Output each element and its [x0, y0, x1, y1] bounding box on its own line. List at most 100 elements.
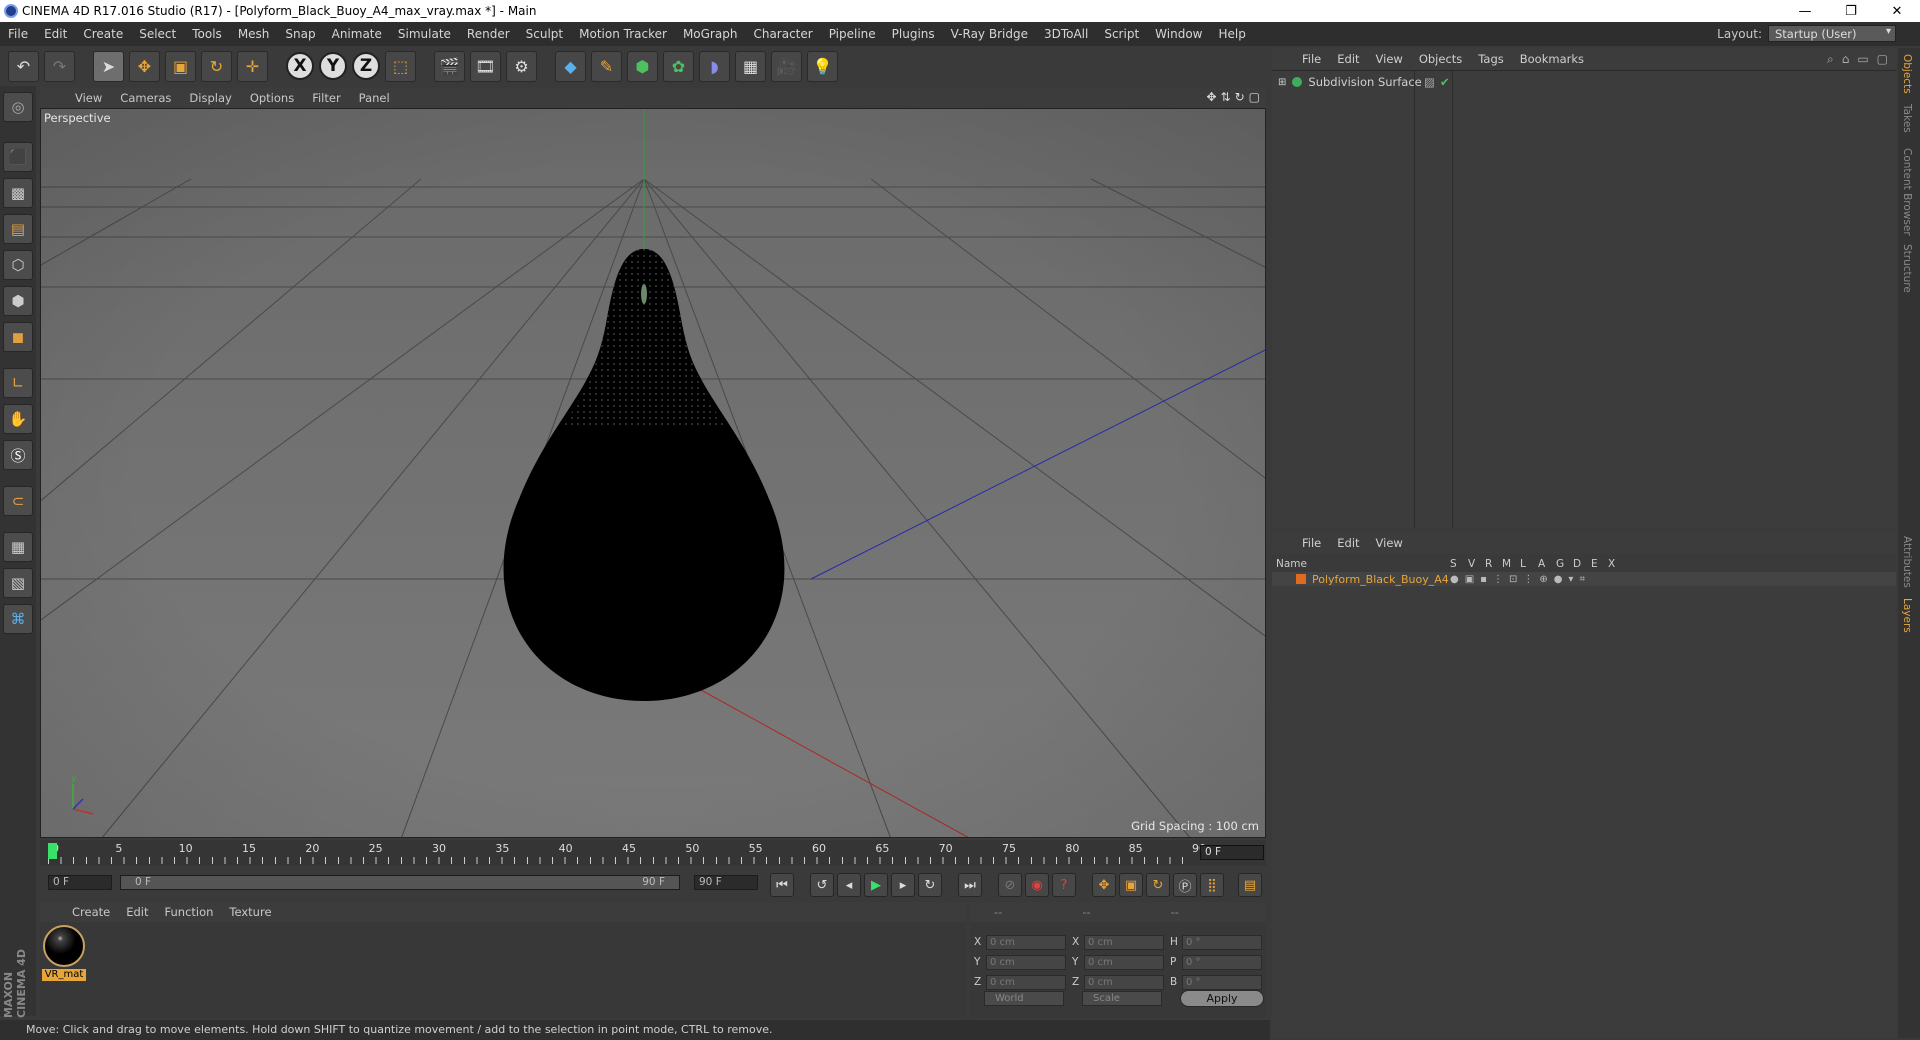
material-menu-function[interactable]: Function [157, 905, 222, 919]
key-pla-icon[interactable]: ⣿ [1200, 873, 1224, 897]
layers-menu-file[interactable]: File [1294, 536, 1329, 550]
objects-menu-objects[interactable]: Objects [1411, 52, 1470, 66]
orbit-view-icon[interactable]: ↻ [1235, 90, 1245, 104]
viewport-menu-options[interactable]: Options [241, 91, 303, 105]
viewport-menu-display[interactable]: Display [180, 91, 240, 105]
key-parameter-icon[interactable]: Ⓟ [1173, 873, 1197, 897]
timeline-ruler[interactable]: 051015202530354045505560657075808590 0 F [40, 840, 1266, 866]
menu-snap[interactable]: Snap [277, 27, 323, 41]
menu-simulate[interactable]: Simulate [390, 27, 459, 41]
key-scale-icon[interactable]: ▣ [1119, 873, 1143, 897]
python-icon[interactable]: ⌘ [3, 604, 33, 634]
axis-mode-icon[interactable]: ∟ [3, 368, 33, 398]
toggle-layout-icon[interactable]: ▢ [1249, 90, 1260, 104]
tab-layers[interactable]: Layers [1901, 598, 1913, 633]
layer-row[interactable]: Polyform_Black_Buoy_A4 ●▣▪⋮⊡⋮⊕●▾⌗ [1272, 572, 1896, 586]
tab-content-browser[interactable]: Content Browser [1901, 148, 1913, 236]
coordinate-space-dropdown[interactable]: World [984, 991, 1064, 1006]
light-icon[interactable]: 💡 [807, 50, 838, 82]
playhead-marker[interactable] [48, 843, 57, 859]
record-keys-icon[interactable]: ⊘ [998, 873, 1022, 897]
previous-key-icon[interactable]: ↺ [810, 873, 834, 897]
pos-y-field[interactable]: 0 cm [986, 955, 1066, 970]
menu-pipeline[interactable]: Pipeline [821, 27, 884, 41]
workplane-icon[interactable]: ▤ [3, 214, 33, 244]
objects-menu-bookmarks[interactable]: Bookmarks [1512, 52, 1592, 66]
camera-icon[interactable]: 🎥 [771, 50, 802, 82]
menu-character[interactable]: Character [745, 27, 820, 41]
close-icon[interactable]: ✕ [1874, 0, 1920, 22]
snap-magnet-icon[interactable]: ⊂ [3, 486, 33, 516]
material-menu-create[interactable]: Create [64, 905, 118, 919]
lock-panel-icon[interactable]: ▢ [1877, 52, 1888, 67]
scale-tool-icon[interactable]: ▣ [165, 50, 196, 82]
transform-tool-icon[interactable]: ✛ [237, 50, 268, 82]
menu-file[interactable]: File [0, 27, 36, 41]
menu-window[interactable]: Window [1147, 27, 1210, 41]
material-menu-edit[interactable]: Edit [118, 905, 156, 919]
layers-menu-edit[interactable]: Edit [1329, 536, 1367, 550]
menu-mograph[interactable]: MoGraph [675, 27, 746, 41]
lock-workplane-icon[interactable]: ▦ [3, 532, 33, 562]
tab-objects[interactable]: Objects [1901, 54, 1913, 94]
pos-z-field[interactable]: 0 cm [986, 975, 1066, 990]
layer-toggles[interactable]: ●▣▪⋮⊡⋮⊕●▾⌗ [1450, 574, 1591, 585]
editor-visibility-icon[interactable]: ▨ [1424, 75, 1435, 89]
col-visible[interactable]: V [1468, 558, 1475, 570]
col-name[interactable]: Name [1276, 558, 1307, 570]
menu-vray-bridge[interactable]: V-Ray Bridge [943, 27, 1036, 41]
coordinate-system-icon[interactable]: ⬚ [385, 50, 416, 82]
size-z-field[interactable]: 0 cm [1084, 975, 1164, 990]
objects-menu-file[interactable]: File [1294, 52, 1329, 66]
subdivision-surface-icon[interactable]: ⬢ [627, 50, 658, 82]
autokey-icon[interactable]: ◉ [1025, 873, 1049, 897]
live-selection-icon[interactable]: ➤ [93, 50, 124, 82]
col-generators[interactable]: G [1556, 558, 1564, 570]
previous-frame-icon[interactable]: ◂ [837, 873, 861, 897]
viewport-menu-view[interactable]: View [66, 91, 111, 105]
menu-mesh[interactable]: Mesh [230, 27, 278, 41]
objects-menu-tags[interactable]: Tags [1470, 52, 1511, 66]
rotate-tool-icon[interactable]: ↻ [201, 50, 232, 82]
edit-render-settings-icon[interactable]: ⚙ [506, 50, 537, 82]
col-deformers[interactable]: D [1573, 558, 1581, 570]
points-mode-icon[interactable]: ⬡ [3, 250, 33, 280]
restore-icon[interactable]: ❐ [1828, 0, 1874, 22]
keyframe-selection-icon[interactable]: ? [1052, 873, 1076, 897]
col-manager[interactable]: M [1502, 558, 1511, 570]
menu-sculpt[interactable]: Sculpt [518, 27, 571, 41]
render-to-picture-viewer-icon[interactable]: 🎞 [470, 50, 501, 82]
viewport-menu-cameras[interactable]: Cameras [111, 91, 180, 105]
perspective-viewport[interactable]: y Perspective Grid Spacing : 100 cm [40, 108, 1266, 838]
object-row[interactable]: ⊞ Subdivision Surface ▨ ✔ [1278, 75, 1450, 89]
end-frame-field[interactable]: 90 F [694, 875, 758, 890]
material-swatch[interactable]: VR_mat [40, 922, 90, 984]
x-axis-lock-button[interactable]: X [286, 52, 314, 80]
floor-icon[interactable]: ▦ [735, 50, 766, 82]
viewport-menu-panel[interactable]: Panel [350, 91, 399, 105]
pan-view-icon[interactable]: ✥ [1206, 90, 1216, 104]
new-view-icon[interactable]: ▭ [1857, 52, 1868, 67]
col-locked[interactable]: L [1520, 558, 1526, 570]
layers-menu-view[interactable]: View [1368, 536, 1411, 550]
make-editable-icon[interactable]: ◎ [3, 92, 33, 122]
expand-icon[interactable]: ⊞ [1278, 77, 1286, 88]
solo-mode-icon[interactable]: Ⓢ [3, 440, 33, 470]
model-mode-icon[interactable]: ⬛ [3, 142, 33, 172]
menu-animate[interactable]: Animate [324, 27, 390, 41]
menu-script[interactable]: Script [1096, 27, 1147, 41]
frame-ruler[interactable]: 051015202530354045505560657075808590 [48, 842, 1206, 864]
zoom-view-icon[interactable]: ⇅ [1221, 90, 1231, 104]
cloner-icon[interactable]: ✿ [663, 50, 694, 82]
home-icon[interactable]: ⌂ [1842, 52, 1850, 67]
spline-pen-icon[interactable]: ✎ [591, 50, 622, 82]
col-expressions[interactable]: E [1591, 558, 1598, 570]
y-axis-lock-button[interactable]: Y [319, 52, 347, 80]
timeline-window-icon[interactable]: ▤ [1238, 873, 1262, 897]
move-tool-icon[interactable]: ✥ [129, 50, 160, 82]
col-render[interactable]: R [1485, 558, 1492, 570]
edges-mode-icon[interactable]: ⬢ [3, 286, 33, 316]
frame-range-slider[interactable]: 0 F 90 F [120, 875, 680, 890]
start-frame-field[interactable]: 0 F [48, 875, 112, 890]
size-mode-dropdown[interactable]: Scale [1082, 991, 1162, 1006]
